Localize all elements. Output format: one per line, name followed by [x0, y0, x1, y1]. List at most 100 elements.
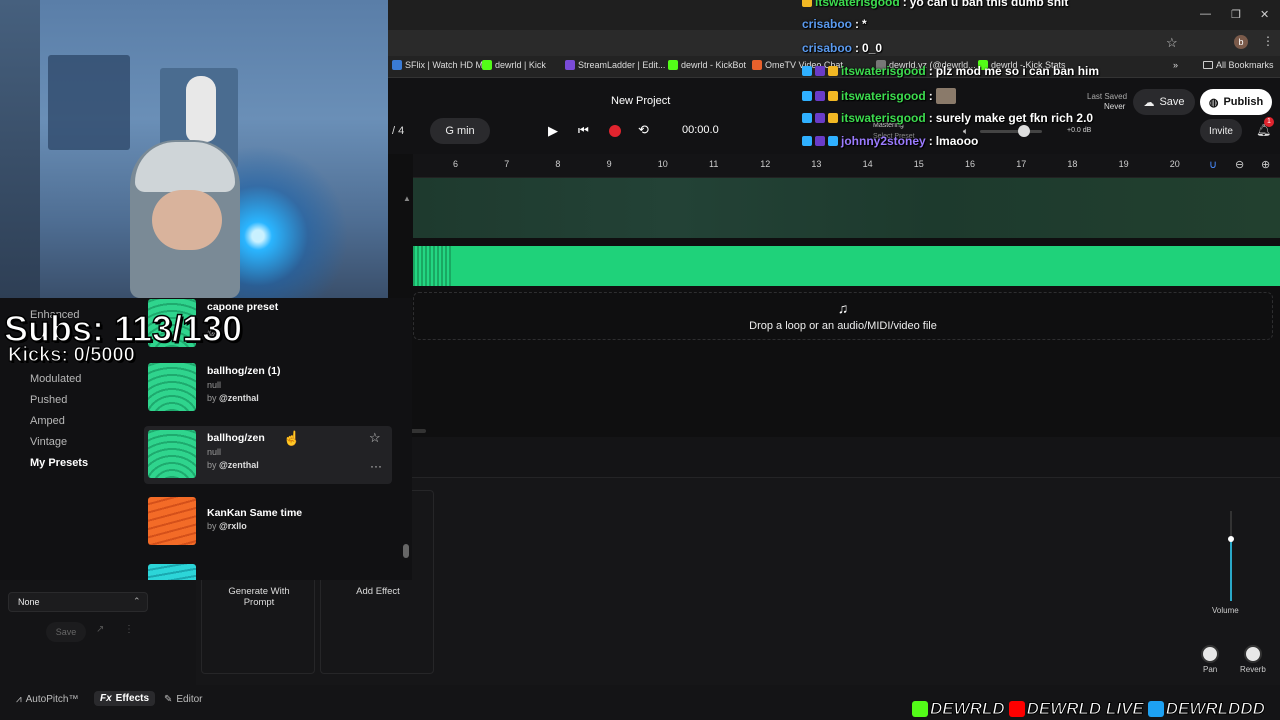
mouse-cursor-icon: ☝	[283, 430, 301, 446]
category-vintage[interactable]: Vintage	[30, 436, 67, 448]
category-pushed[interactable]: Pushed	[30, 394, 67, 406]
fader-handle[interactable]	[1228, 536, 1234, 542]
zoom-out-icon[interactable]: ⊖	[1235, 158, 1244, 171]
horizontal-scrollbar[interactable]	[410, 429, 426, 433]
twitter-handle: DEWRLDDD	[1147, 699, 1265, 719]
globe-icon: ◍	[1208, 96, 1219, 109]
favorite-star-icon[interactable]: ☆	[369, 430, 381, 446]
bookmark-item[interactable]: dewrld | Kick	[482, 60, 546, 70]
sub-badge-icon	[828, 113, 838, 123]
chevron-up-icon: ⌃	[133, 596, 141, 606]
chat-message: itswaterisgood: surely make get fkn rich …	[802, 111, 1093, 125]
chevron-right-icon[interactable]: »	[1173, 60, 1178, 70]
tab-editor[interactable]: ✎ Editor	[164, 694, 203, 705]
chat-message: crisaboo: *	[802, 17, 867, 31]
all-bookmarks[interactable]: All Bookmarks	[1203, 60, 1274, 70]
ruler-tick: 14	[862, 159, 873, 169]
zoom-in-icon[interactable]: ⊕	[1261, 158, 1270, 171]
streamladder-icon	[565, 60, 575, 70]
play-icon[interactable]: ▶	[548, 123, 558, 139]
goose-figure	[186, 76, 216, 142]
category-amped[interactable]: Amped	[30, 415, 65, 427]
preset-thumbnail	[148, 430, 196, 478]
tab-autopitch[interactable]: ⩘ AutoPitch™	[16, 694, 78, 705]
wall-poster	[48, 55, 130, 150]
loop-icon[interactable]: ⟲	[638, 122, 649, 138]
ruler-tick: 15	[913, 159, 924, 169]
kick-handle: DEWRLD	[912, 699, 1005, 719]
ruler-tick: 17	[1016, 159, 1027, 169]
sub-badge-icon	[828, 66, 838, 76]
save-preset-button[interactable]: Save	[46, 622, 86, 642]
ruler-tick: 16	[965, 159, 976, 169]
verified-badge-icon	[802, 136, 812, 146]
og-badge-icon	[815, 113, 825, 123]
more-options-icon[interactable]: ···	[370, 459, 382, 473]
bookmark-item[interactable]: StreamLadder | Edit...	[565, 60, 665, 70]
save-button[interactable]: ☁ Save	[1133, 89, 1195, 115]
verified-badge-icon	[802, 91, 812, 101]
publish-button[interactable]: ◍ Publish	[1200, 89, 1272, 115]
youtube-icon	[1008, 701, 1025, 717]
volume-label: Volume	[1212, 606, 1239, 615]
more-icon[interactable]: ⋮	[124, 624, 134, 635]
ruler-tick: 19	[1118, 159, 1129, 169]
kick-icon	[912, 701, 928, 717]
drop-zone[interactable]: ♫ Drop a loop or an audio/MIDI/video fil…	[413, 292, 1273, 340]
preset-card[interactable]: KanKan Same time by @rxllo	[144, 493, 392, 551]
skip-back-icon[interactable]: ⏮	[578, 123, 589, 138]
tab-effects[interactable]: Fx Effects	[94, 691, 156, 706]
preset-dropdown[interactable]: None ⌃	[8, 592, 148, 612]
master-volume-handle[interactable]	[1018, 125, 1030, 137]
kick-icon	[482, 60, 492, 70]
minimize-icon[interactable]: —	[1200, 8, 1211, 20]
pencil-icon: ✎	[164, 694, 173, 705]
verified-badge-icon	[802, 113, 812, 123]
pan-label: Pan	[1203, 665, 1218, 674]
key-selector[interactable]: G min	[430, 118, 490, 144]
preset-card[interactable]	[144, 560, 392, 580]
webcam-feed	[0, 0, 388, 298]
time-signature[interactable]: / 4	[392, 125, 404, 137]
timeline-ruler[interactable]: 6 7 8 9 10 11 12 13 14 15 16 17 18 19 20	[413, 154, 1280, 178]
record-icon[interactable]	[609, 125, 621, 137]
star-icon[interactable]: ☆	[1166, 35, 1178, 51]
close-icon[interactable]: ✕	[1260, 8, 1269, 21]
chat-message: johnny2stoney: lmaooo	[802, 134, 978, 148]
fader-fill	[1230, 539, 1232, 601]
preset-card[interactable]: ballhog/zen null by @zenthal ☆ ···	[144, 426, 392, 484]
invite-button[interactable]: Invite	[1200, 119, 1242, 143]
project-title[interactable]: New Project	[611, 95, 670, 107]
master-volume-slider[interactable]	[980, 130, 1042, 133]
youtube-handle: DEWRLD LIVE	[1008, 699, 1144, 719]
category-modulated[interactable]: Modulated	[30, 373, 81, 385]
restore-icon[interactable]: ❐	[1231, 8, 1241, 21]
bookmark-item[interactable]: dewrld - KickBot	[668, 60, 746, 70]
db-readout: +0.0 dB	[1067, 127, 1092, 134]
menu-icon[interactable]: ⋮	[1262, 34, 1274, 48]
preset-scrollbar[interactable]	[403, 544, 409, 558]
track-region-muted[interactable]	[413, 178, 1280, 238]
pan-knob[interactable]	[1201, 645, 1219, 663]
preset-card[interactable]: ballhog/zen (1) null by @zenthal	[144, 359, 392, 417]
bookmark-item[interactable]: SFlix | Watch HD M...	[392, 60, 491, 70]
ruler-tick: 11	[709, 159, 719, 169]
door-frame	[0, 0, 40, 298]
magnet-icon[interactable]: ∪	[1209, 158, 1217, 171]
share-icon[interactable]: ↗	[96, 624, 104, 635]
ruler-tick: 9	[606, 159, 612, 169]
reverb-knob[interactable]	[1244, 645, 1262, 663]
chat-message: crisaboo:0_0	[802, 41, 883, 55]
volume-fader[interactable]	[1224, 511, 1238, 601]
bottom-tabs: ⩘ AutoPitch™ Fx Effects ✎ Editor	[0, 690, 240, 712]
gift-badge-icon	[828, 136, 838, 146]
pitch-icon: ⩘	[16, 694, 22, 705]
face	[152, 190, 222, 250]
scroll-up-icon[interactable]: ▲	[403, 194, 411, 203]
audio-clip[interactable]	[413, 246, 1280, 286]
og-badge-icon	[815, 66, 825, 76]
profile-avatar[interactable]: b	[1234, 35, 1248, 49]
ometv-icon	[752, 60, 762, 70]
drop-zone-text: Drop a loop or an audio/MIDI/video file	[749, 320, 937, 332]
category-my-presets[interactable]: My Presets	[30, 457, 88, 469]
